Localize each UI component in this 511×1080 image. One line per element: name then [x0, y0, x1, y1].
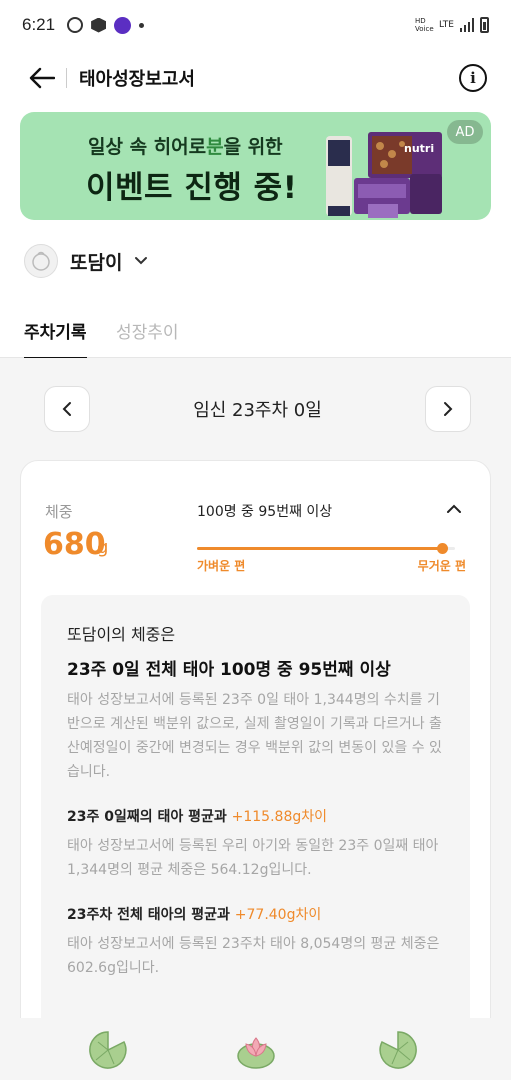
info-button[interactable]: i: [459, 64, 487, 92]
percentile-bar: [197, 543, 455, 554]
percentile-bar-fill: [197, 547, 443, 550]
week-average-title: 23주차 전체 태아의 평균과 +77.40g차이: [67, 904, 444, 924]
avatar: [24, 244, 58, 278]
weight-unit: g: [97, 537, 109, 558]
battery-icon: [480, 17, 489, 33]
volte-indicator: HD Voice: [415, 17, 434, 33]
day-average-diff: +115.88g차이: [231, 809, 328, 825]
ad-headline-part2: 을 위한: [223, 136, 283, 158]
ad-title: 이벤트 진행 중!: [86, 170, 298, 206]
detail-description: 태아 성장보고서에 등록된 23주 0일 태아 1,344명의 수치를 기반으로…: [67, 692, 442, 780]
back-arrow-icon: [29, 67, 55, 89]
week-average-description: 태아 성장보고서에 등록된 23주차 태아 8,054명의 평균 체중은 602…: [67, 936, 440, 976]
percentile-rank: 100명 중 95번째 이상: [197, 504, 333, 520]
collapse-button[interactable]: [444, 499, 464, 519]
app-hex-icon: [91, 17, 107, 33]
ad-headline-highlight: 분: [206, 136, 224, 158]
lotus-icon[interactable]: [236, 1030, 276, 1070]
signal-icon: [460, 18, 474, 32]
more-dot-icon: [139, 22, 145, 28]
chevron-left-icon: [62, 402, 71, 416]
ad-headline: 일상 속 히어로분을 위한: [88, 132, 283, 159]
chevron-down-icon: [135, 257, 148, 265]
tab-weekly-record[interactable]: 주차기록: [24, 318, 87, 360]
ad-badge: AD: [447, 120, 483, 144]
child-selector[interactable]: 또담이: [24, 244, 148, 278]
back-button[interactable]: [24, 60, 60, 96]
sync-icon: [67, 17, 84, 33]
network-type: LTE: [439, 20, 454, 30]
weight-card: 체중 680 g 100명 중 95번째 이상 가벼운 편 무거운 편 또담이의…: [20, 460, 491, 1080]
bottom-nav: [0, 1018, 511, 1080]
tab-bar: 주차기록 성장추이: [0, 310, 511, 360]
detail-intro: 또담이의 체중은: [67, 625, 176, 644]
ad-product-text: nutri: [404, 142, 435, 155]
app-notification-icon: [114, 16, 132, 34]
day-average-title: 23주 0일째의 태아 평균과 +115.88g차이: [67, 806, 444, 826]
status-time: 6:21: [22, 15, 56, 34]
child-name: 또담이: [70, 251, 123, 274]
detail-headline: 23주 0일 전체 태아 100명 중 95번째 이상: [67, 660, 391, 680]
day-average-description: 태아 성장보고서에 등록된 우리 아기와 동일한 23주 0일째 태아 1,34…: [67, 838, 439, 878]
scale-heavy-label: 무거운 편: [417, 559, 466, 573]
day-average-title-text: 23주 0일째의 태아 평균과: [67, 809, 232, 825]
ad-banner[interactable]: 일상 속 히어로분을 위한 이벤트 진행 중! AD nutri: [20, 112, 491, 220]
week-label: 임신 23주차 0일: [193, 400, 322, 421]
prev-week-button[interactable]: [44, 386, 90, 432]
next-week-button[interactable]: [424, 386, 471, 432]
week-navigator: 임신 23주차 0일: [44, 386, 471, 432]
weight-detail-box: 또담이의 체중은 23주 0일 전체 태아 100명 중 95번째 이상 태아 …: [41, 595, 470, 1080]
baby-face-icon: [32, 251, 50, 271]
ad-headline-part1: 일상 속 히어로: [88, 136, 207, 158]
weight-label: 체중: [45, 503, 73, 521]
lily-pad-icon-right[interactable]: [378, 1030, 418, 1070]
page-title: 태아성장보고서: [79, 69, 195, 90]
week-average-title-text: 23주차 전체 태아의 평균과: [67, 907, 235, 923]
lily-pad-icon[interactable]: [88, 1030, 128, 1070]
app-header: 태아성장보고서 i: [0, 52, 511, 104]
percentile-marker: [437, 543, 449, 554]
header-divider: [66, 68, 67, 88]
chevron-right-icon: [443, 402, 453, 416]
week-average-diff: +77.40g차이: [234, 907, 322, 923]
tab-growth-trend[interactable]: 성장추이: [116, 318, 179, 357]
status-bar: 6:21 HD Voice LTE: [0, 0, 511, 50]
scale-light-label: 가벼운 편: [197, 559, 246, 573]
info-icon: i: [470, 69, 476, 87]
